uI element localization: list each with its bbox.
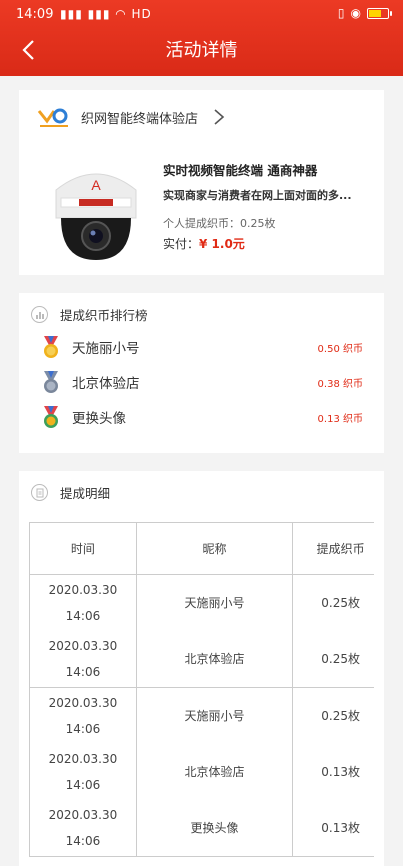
row-time: 14:06 xyxy=(65,834,101,848)
product-card[interactable]: 织网智能终端体验店 A 实时视频智能终端 通商神器 实现商家与消费者在网上面对面… xyxy=(19,90,384,275)
column-header-nickname: 昵称 xyxy=(135,522,294,575)
row-time: 14:06 xyxy=(65,722,101,736)
product-camera-image: A xyxy=(41,160,151,270)
detail-header: 提成明细 xyxy=(31,483,110,502)
table-row: 2020.03.30 14:06 xyxy=(30,631,136,687)
row-time: 14:06 xyxy=(65,665,101,679)
time-cell: 2020.03.30 14:06 2020.03.30 14:06 2020.03.… xyxy=(29,687,137,857)
battery-icon xyxy=(367,7,392,19)
row-amount: 0.25枚 xyxy=(321,596,360,610)
name-cell: 天施丽小号 北京体验店 xyxy=(135,574,294,688)
table-header-row: 时间 昵称 提成织币 xyxy=(29,522,374,575)
ranking-header: 提成织币排行榜 xyxy=(31,305,148,324)
row-amount: 0.25枚 xyxy=(321,652,360,666)
shop-link[interactable]: 织网智能终端体验店 xyxy=(37,104,226,130)
page-title: 活动详情 xyxy=(165,40,238,61)
row-name: 北京体验店 xyxy=(184,652,245,666)
shop-name: 织网智能终端体验店 xyxy=(81,111,199,127)
status-right: ▯ ◉ xyxy=(337,6,392,20)
amount-cell: 0.25枚 0.13枚 0.13枚 xyxy=(292,687,374,857)
ranking-card: 提成织币排行榜 天施丽小号 0.50 织币 北京体验店 0.38 织币 更换头像… xyxy=(19,293,384,453)
detail-table: 时间 昵称 提成织币 2020.03.30 14:06 2020.03.30 14:… xyxy=(29,522,374,857)
rank-item-1: 天施丽小号 0.50 织币 xyxy=(41,334,371,360)
rank-value: 0.50 织币 xyxy=(317,343,363,355)
row-name: 天施丽小号 xyxy=(184,596,245,610)
detail-icon xyxy=(31,484,48,501)
pay-price: ¥ 1.0元 xyxy=(199,237,245,251)
row-name: 天施丽小号 xyxy=(184,709,245,723)
table-group: 2020.03.30 14:06 2020.03.30 14:06 2020.03.… xyxy=(29,687,374,857)
table-row: 2020.03.30 14:06 xyxy=(30,744,136,800)
detail-title: 提成明细 xyxy=(60,486,111,501)
row-date: 2020.03.30 xyxy=(48,808,118,822)
rank-name: 天施丽小号 xyxy=(72,341,140,357)
column-header-time: 时间 xyxy=(29,522,137,575)
table-group: 2020.03.30 14:06 2020.03.30 14:06 天施丽小号 北京… xyxy=(29,574,374,688)
rank-value: 0.13 织币 xyxy=(317,413,363,425)
rank-item-2: 北京体验店 0.38 织币 xyxy=(41,369,371,395)
time-cell: 2020.03.30 14:06 2020.03.30 14:06 xyxy=(29,574,137,688)
row-date: 2020.03.30 xyxy=(48,752,118,766)
table-row: 2020.03.30 14:06 xyxy=(30,575,136,631)
row-date: 2020.03.30 xyxy=(48,639,118,653)
row-amount: 0.13枚 xyxy=(321,765,360,779)
chevron-right-icon xyxy=(214,109,225,125)
status-time: 14:09 xyxy=(16,7,54,22)
ranking-icon xyxy=(31,306,48,323)
rank-item-3: 更换头像 0.13 织币 xyxy=(41,404,371,430)
row-name: 北京体验店 xyxy=(184,765,245,779)
rank-name: 更换头像 xyxy=(72,411,126,427)
product-desc: 实现商家与消费者在网上面对面的多... xyxy=(163,189,352,202)
pay-label: 实付： xyxy=(163,237,200,251)
name-cell: 天施丽小号 北京体验店 更换头像 xyxy=(135,687,294,857)
table-row: 2020.03.30 14:06 xyxy=(30,800,136,856)
detail-table-scroll[interactable]: 时间 昵称 提成织币 2020.03.30 14:06 2020.03.30 14:… xyxy=(29,522,374,866)
row-time: 14:06 xyxy=(65,778,101,792)
row-time: 14:06 xyxy=(65,609,101,623)
column-header-commission: 提成织币 xyxy=(292,522,374,575)
rank-value: 0.38 织币 xyxy=(317,378,363,390)
alarm-icon: ◉ xyxy=(350,6,361,20)
product-title: 实时视频智能终端 通商神器 xyxy=(163,163,318,178)
product-commission: 个人提成织币：0.25枚 xyxy=(163,217,276,230)
signal-icons: ▮▮▮ ▮▮▮ ◠ HD xyxy=(60,7,152,21)
nav-bar: 活动详情 xyxy=(0,30,403,70)
status-bar: 14:09 ▮▮▮ ▮▮▮ ◠ HD ▯ ◉ xyxy=(0,0,403,30)
row-date: 2020.03.30 xyxy=(48,583,118,597)
product-pay: 实付：¥ 1.0元 xyxy=(163,235,378,252)
row-name: 更换头像 xyxy=(190,821,239,835)
ranking-title: 提成织币排行榜 xyxy=(60,308,148,323)
amount-cell: 0.25枚 0.25枚 xyxy=(292,574,374,688)
app-header: 14:09 ▮▮▮ ▮▮▮ ◠ HD ▯ ◉ 活动详情 xyxy=(0,0,403,76)
table-row: 2020.03.30 14:06 xyxy=(30,688,136,744)
bronze-medal-icon xyxy=(44,406,58,428)
row-date: 2020.03.30 xyxy=(48,696,118,710)
shop-logo-icon xyxy=(37,108,68,127)
vibrate-icon: ▯ xyxy=(337,6,345,20)
product-info: 实时视频智能终端 通商神器 实现商家与消费者在网上面对面的多... 个人提成织币… xyxy=(163,160,378,252)
row-amount: 0.25枚 xyxy=(321,709,360,723)
svg-text:A: A xyxy=(91,177,101,193)
rank-name: 北京体验店 xyxy=(72,376,140,392)
row-amount: 0.13枚 xyxy=(321,821,360,835)
gold-medal-icon xyxy=(44,336,58,358)
silver-medal-icon xyxy=(44,371,58,393)
detail-card: 提成明细 时间 昵称 提成织币 2020.03.30 14:06 2020.03.… xyxy=(19,471,384,866)
